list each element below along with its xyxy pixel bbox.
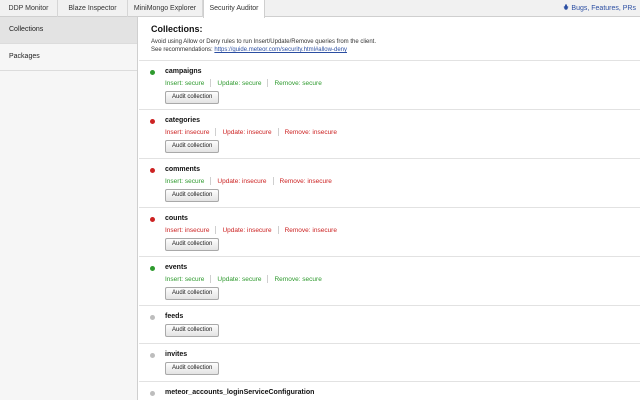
collection-name: counts xyxy=(165,215,188,222)
collection-item: invites Audit collection xyxy=(139,344,640,382)
bugs-features-label: Bugs, Features, PRs xyxy=(571,5,636,12)
audit-collection-button[interactable]: Audit collection xyxy=(165,238,220,251)
sidebar: Collections Packages xyxy=(0,17,138,400)
permission-status: Insert: secure xyxy=(165,178,205,185)
status-dot xyxy=(150,353,155,358)
audit-collection-button[interactable]: Audit collection xyxy=(165,362,220,375)
tab-ddp-monitor[interactable]: DDP Monitor xyxy=(0,0,58,17)
status-dot xyxy=(150,266,155,271)
permission-separator xyxy=(210,79,212,88)
tab-security-auditor[interactable]: Security Auditor xyxy=(203,0,265,18)
tab-label: Security Auditor xyxy=(209,5,259,12)
page-title: Collections: xyxy=(151,24,203,34)
main-panel: Collections: Avoid using Allow or Deny r… xyxy=(139,17,640,400)
status-dot xyxy=(150,119,155,124)
tab-label: Blaze Inspector xyxy=(68,5,117,12)
bug-icon xyxy=(563,0,569,17)
description-text: Avoid using Allow or Deny rules to run I… xyxy=(151,39,376,45)
collection-name: events xyxy=(165,264,188,271)
permissions-row: Insert: insecure Update: insecure Remove: … xyxy=(165,226,640,235)
recommendation-prefix: See recommendations: xyxy=(151,47,213,53)
permission-status: Remove: insecure xyxy=(279,178,332,185)
audit-collection-button[interactable]: Audit collection xyxy=(165,324,220,337)
permission-separator xyxy=(210,177,212,186)
tab-label: MiniMongo Explorer xyxy=(133,5,197,12)
collection-item: campaigns Insert: secure Update: secure Re… xyxy=(139,61,640,110)
audit-collection-button[interactable]: Audit collection xyxy=(165,91,220,104)
devtools-tab-bar: DDP Monitor Blaze Inspector MiniMongo Ex… xyxy=(0,0,640,18)
collection-item: categories Insert: insecure Update: insec… xyxy=(139,110,640,159)
permission-separator xyxy=(272,177,274,186)
collection-item: events Insert: secure Update: secure Remov… xyxy=(139,257,640,306)
status-dot xyxy=(150,391,155,396)
permission-status: Remove: secure xyxy=(274,80,322,87)
permission-status: Remove: insecure xyxy=(284,129,337,136)
permission-separator xyxy=(215,226,217,235)
collection-item: counts Insert: insecure Update: insecure R… xyxy=(139,208,640,257)
collection-name: comments xyxy=(165,166,201,173)
audit-collection-button[interactable]: Audit collection xyxy=(165,287,220,300)
permissions-row: Insert: insecure Update: insecure Remove: … xyxy=(165,128,640,137)
permission-separator xyxy=(267,79,269,88)
collections-header: Collections: Avoid using Allow or Deny r… xyxy=(139,17,640,61)
permission-status: Update: insecure xyxy=(217,178,267,185)
permission-status: Insert: secure xyxy=(165,276,205,283)
permission-separator xyxy=(210,275,212,284)
permission-status: Insert: insecure xyxy=(165,129,210,136)
sidebar-item-label: Collections xyxy=(9,26,44,33)
permission-status: Update: insecure xyxy=(222,227,272,234)
permission-status: Remove: secure xyxy=(274,276,322,283)
tab-blaze-inspector[interactable]: Blaze Inspector xyxy=(58,0,128,17)
permission-status: Update: insecure xyxy=(222,129,272,136)
permission-separator xyxy=(215,128,217,137)
collection-item: comments Insert: secure Update: insecure R… xyxy=(139,159,640,208)
audit-collection-button[interactable]: Audit collection xyxy=(165,140,220,153)
permissions-row: Insert: secure Update: insecure Remove: in… xyxy=(165,177,640,186)
recommendation-line: See recommendations: https://guide.meteo… xyxy=(151,47,640,53)
status-dot xyxy=(150,168,155,173)
collection-name: categories xyxy=(165,117,201,124)
permissions-row: Insert: secure Update: secure Remove: secu… xyxy=(165,79,640,88)
collection-name: campaigns xyxy=(165,68,202,75)
permission-status: Insert: insecure xyxy=(165,227,210,234)
permission-separator xyxy=(267,275,269,284)
permissions-row: Insert: secure Update: secure Remove: secu… xyxy=(165,275,640,284)
permission-status: Insert: secure xyxy=(165,80,205,87)
permission-status: Update: secure xyxy=(217,80,262,87)
sidebar-item-packages[interactable]: Packages xyxy=(0,44,137,71)
sidebar-item-label: Packages xyxy=(9,53,40,60)
permission-status: Update: secure xyxy=(217,276,262,283)
tab-minimongo-explorer[interactable]: MiniMongo Explorer xyxy=(128,0,203,17)
collection-item: feeds Audit collection xyxy=(139,306,640,344)
audit-collection-button[interactable]: Audit collection xyxy=(165,189,220,202)
collection-name: feeds xyxy=(165,313,184,320)
collection-item: meteor_accounts_loginServiceConfiguratio… xyxy=(139,382,640,400)
permission-status: Remove: insecure xyxy=(284,227,337,234)
recommendation-link[interactable]: https://guide.meteor.com/security.html#a… xyxy=(214,47,347,53)
status-dot xyxy=(150,217,155,222)
collection-name: meteor_accounts_loginServiceConfiguratio… xyxy=(165,389,315,396)
collection-name: invites xyxy=(165,351,188,358)
sidebar-item-collections[interactable]: Collections xyxy=(0,17,137,44)
status-dot xyxy=(150,315,155,320)
permission-separator xyxy=(277,226,279,235)
bugs-features-link[interactable]: Bugs, Features, PRs xyxy=(563,0,636,17)
permission-separator xyxy=(277,128,279,137)
status-dot xyxy=(150,70,155,75)
tab-label: DDP Monitor xyxy=(8,5,49,12)
